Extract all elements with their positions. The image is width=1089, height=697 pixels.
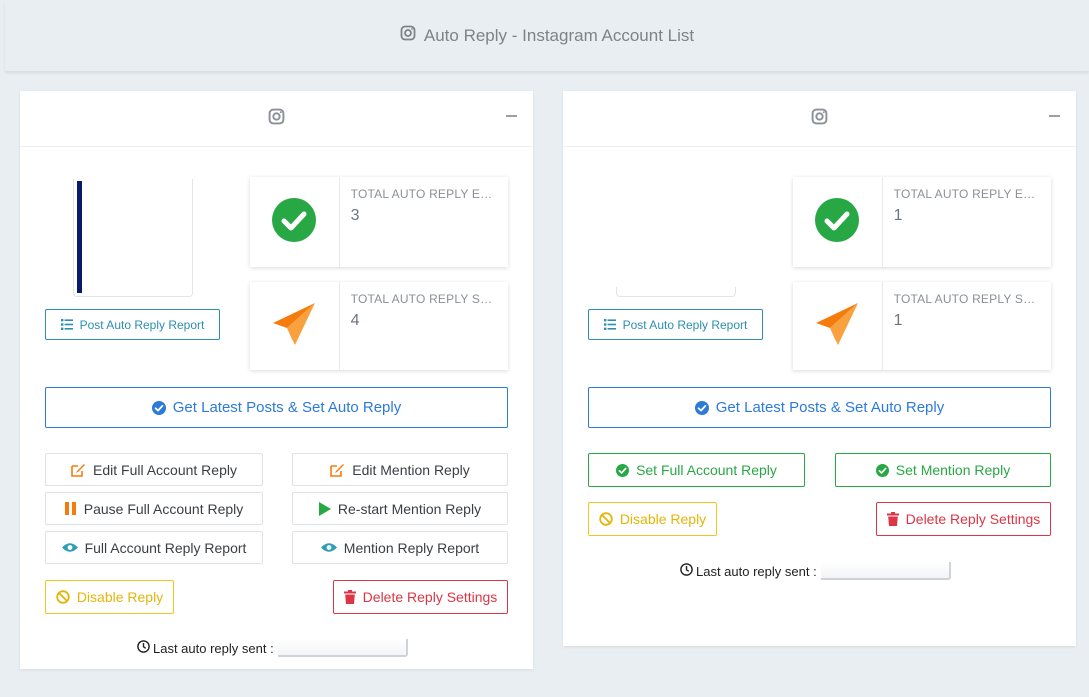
disable-reply-button[interactable]: Disable Reply <box>588 502 717 536</box>
stat-value: 1 <box>893 207 903 224</box>
profile-thumbnail <box>73 179 193 297</box>
list-icon <box>60 319 73 330</box>
stat-replies-sent: TOTAL AUTO REPLY SENT 1 <box>793 282 1051 370</box>
last-sent-value <box>820 562 951 580</box>
ban-icon <box>56 590 70 604</box>
full-account-reply-report-button[interactable]: Full Account Reply Report <box>45 531 263 564</box>
delete-reply-settings-button[interactable]: Delete Reply Settings <box>876 502 1051 536</box>
stat-value: 3 <box>350 207 360 224</box>
stat-label: TOTAL AUTO REPLY ENABLED POST <box>350 187 499 201</box>
last-reply-sent: Last auto reply sent : <box>137 639 408 657</box>
edit-icon <box>71 463 86 477</box>
check-circle-icon <box>272 197 317 247</box>
card-header <box>563 91 1076 147</box>
clock-icon <box>137 640 150 656</box>
restart-mention-reply-button[interactable]: Re-start Mention Reply <box>292 492 508 525</box>
check-circle-icon <box>694 400 709 415</box>
collapse-icon[interactable] <box>1049 115 1060 117</box>
pause-icon <box>64 502 77 515</box>
card-header <box>20 91 533 147</box>
profile-thumbnail <box>616 287 736 297</box>
trash-icon <box>886 512 899 526</box>
set-full-account-reply-button[interactable]: Set Full Account Reply <box>588 453 805 487</box>
stat-label: TOTAL AUTO REPLY SENT <box>893 292 1042 306</box>
check-circle-icon <box>815 197 860 247</box>
last-reply-sent: Last auto reply sent : <box>680 562 951 580</box>
disable-reply-button[interactable]: Disable Reply <box>45 580 174 614</box>
stat-replies-sent: TOTAL AUTO REPLY SENT 4 <box>250 282 508 370</box>
stat-value: 4 <box>350 312 360 329</box>
delete-reply-settings-button[interactable]: Delete Reply Settings <box>333 580 508 614</box>
stat-enabled-posts: TOTAL AUTO REPLY ENABLED POST 1 <box>793 177 1051 267</box>
set-mention-reply-button[interactable]: Set Mention Reply <box>835 453 1051 487</box>
stat-label: TOTAL AUTO REPLY ENABLED POST <box>893 187 1042 201</box>
stat-value: 1 <box>893 312 903 329</box>
instagram-icon <box>268 108 285 130</box>
stat-enabled-posts: TOTAL AUTO REPLY ENABLED POST 3 <box>250 177 508 267</box>
check-circle-icon <box>875 463 889 477</box>
list-icon <box>603 319 616 330</box>
edit-icon <box>330 463 345 477</box>
edit-full-account-reply-button[interactable]: Edit Full Account Reply <box>45 453 263 486</box>
paper-plane-icon <box>271 301 317 352</box>
play-icon <box>318 501 331 516</box>
get-latest-posts-button[interactable]: Get Latest Posts & Set Auto Reply <box>588 387 1051 428</box>
last-sent-value <box>277 639 408 657</box>
pause-full-account-reply-button[interactable]: Pause Full Account Reply <box>45 492 263 525</box>
eye-icon <box>61 542 78 553</box>
check-circle-icon <box>151 400 166 415</box>
post-auto-reply-report-button[interactable]: Post Auto Reply Report <box>45 309 220 340</box>
clock-icon <box>680 563 693 579</box>
get-latest-posts-button[interactable]: Get Latest Posts & Set Auto Reply <box>45 387 508 428</box>
stat-label: TOTAL AUTO REPLY SENT <box>350 292 499 306</box>
edit-mention-reply-button[interactable]: Edit Mention Reply <box>292 453 508 486</box>
paper-plane-icon <box>814 301 860 352</box>
instagram-icon <box>400 25 416 46</box>
post-auto-reply-report-button[interactable]: Post Auto Reply Report <box>588 309 763 340</box>
check-circle-icon <box>616 463 630 477</box>
mention-reply-report-button[interactable]: Mention Reply Report <box>292 531 508 564</box>
page-title: Auto Reply - Instagram Account List <box>423 25 695 45</box>
ban-icon <box>599 512 613 526</box>
eye-icon <box>320 542 337 553</box>
trash-icon <box>343 590 356 604</box>
collapse-icon[interactable] <box>506 115 517 117</box>
instagram-icon <box>811 108 828 130</box>
account-card-2: TOTAL AUTO REPLY ENABLED POST 1 TOTAL AU… <box>563 91 1076 646</box>
account-card-1: TOTAL AUTO REPLY ENABLED POST 3 TOTAL AU… <box>20 91 533 669</box>
page-header: Auto Reply - Instagram Account List <box>5 0 1089 71</box>
